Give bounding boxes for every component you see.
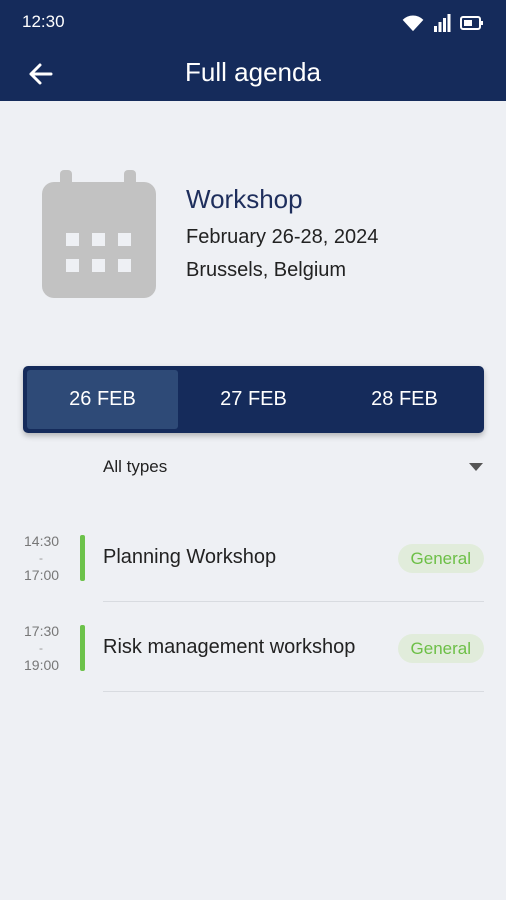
- wifi-icon: [402, 15, 424, 32]
- session-accent-bar: [80, 625, 85, 671]
- session-start-time: 17:30: [24, 623, 60, 639]
- session-accent-bar: [80, 535, 85, 581]
- session-row[interactable]: 17:30 - 19:00 Risk management workshop G…: [0, 602, 506, 692]
- session-title: Risk management workshop: [103, 636, 356, 658]
- type-filter-dropdown[interactable]: All types: [103, 452, 483, 482]
- day-tabs: 26 FEB 27 FEB 28 FEB: [23, 366, 484, 433]
- calendar-icon: [40, 168, 158, 300]
- dropdown-arrow-icon: [469, 463, 483, 471]
- session-end-time: 17:00: [24, 567, 60, 583]
- filter-label: All types: [103, 457, 168, 476]
- event-name: Workshop: [186, 184, 303, 214]
- session-row[interactable]: 14:30 - 17:00 Planning Workshop General: [0, 512, 506, 602]
- session-title: Planning Workshop: [103, 546, 277, 568]
- session-end-time: 19:00: [24, 657, 60, 673]
- session-start-time: 14:30: [24, 533, 60, 549]
- battery-icon: [460, 16, 483, 30]
- divider: [103, 691, 484, 692]
- session-type-badge: General: [397, 634, 484, 663]
- page-title: Full agenda: [185, 57, 321, 87]
- tab-26-feb[interactable]: 26 FEB: [27, 370, 178, 429]
- session-type-badge: General: [397, 544, 484, 573]
- status-time: 12:30: [22, 12, 65, 31]
- tab-28-feb[interactable]: 28 FEB: [329, 370, 480, 429]
- session-time-separator: -: [39, 641, 43, 655]
- session-time-separator: -: [39, 551, 43, 565]
- signal-icon: [434, 14, 451, 32]
- app-bar: 12:30 Full agenda: [0, 0, 506, 101]
- event-location: Brussels, Belgium: [186, 259, 347, 281]
- tab-27-feb[interactable]: 27 FEB: [178, 370, 329, 429]
- event-dates: February 26-28, 2024: [186, 226, 379, 248]
- status-icons: [402, 12, 484, 34]
